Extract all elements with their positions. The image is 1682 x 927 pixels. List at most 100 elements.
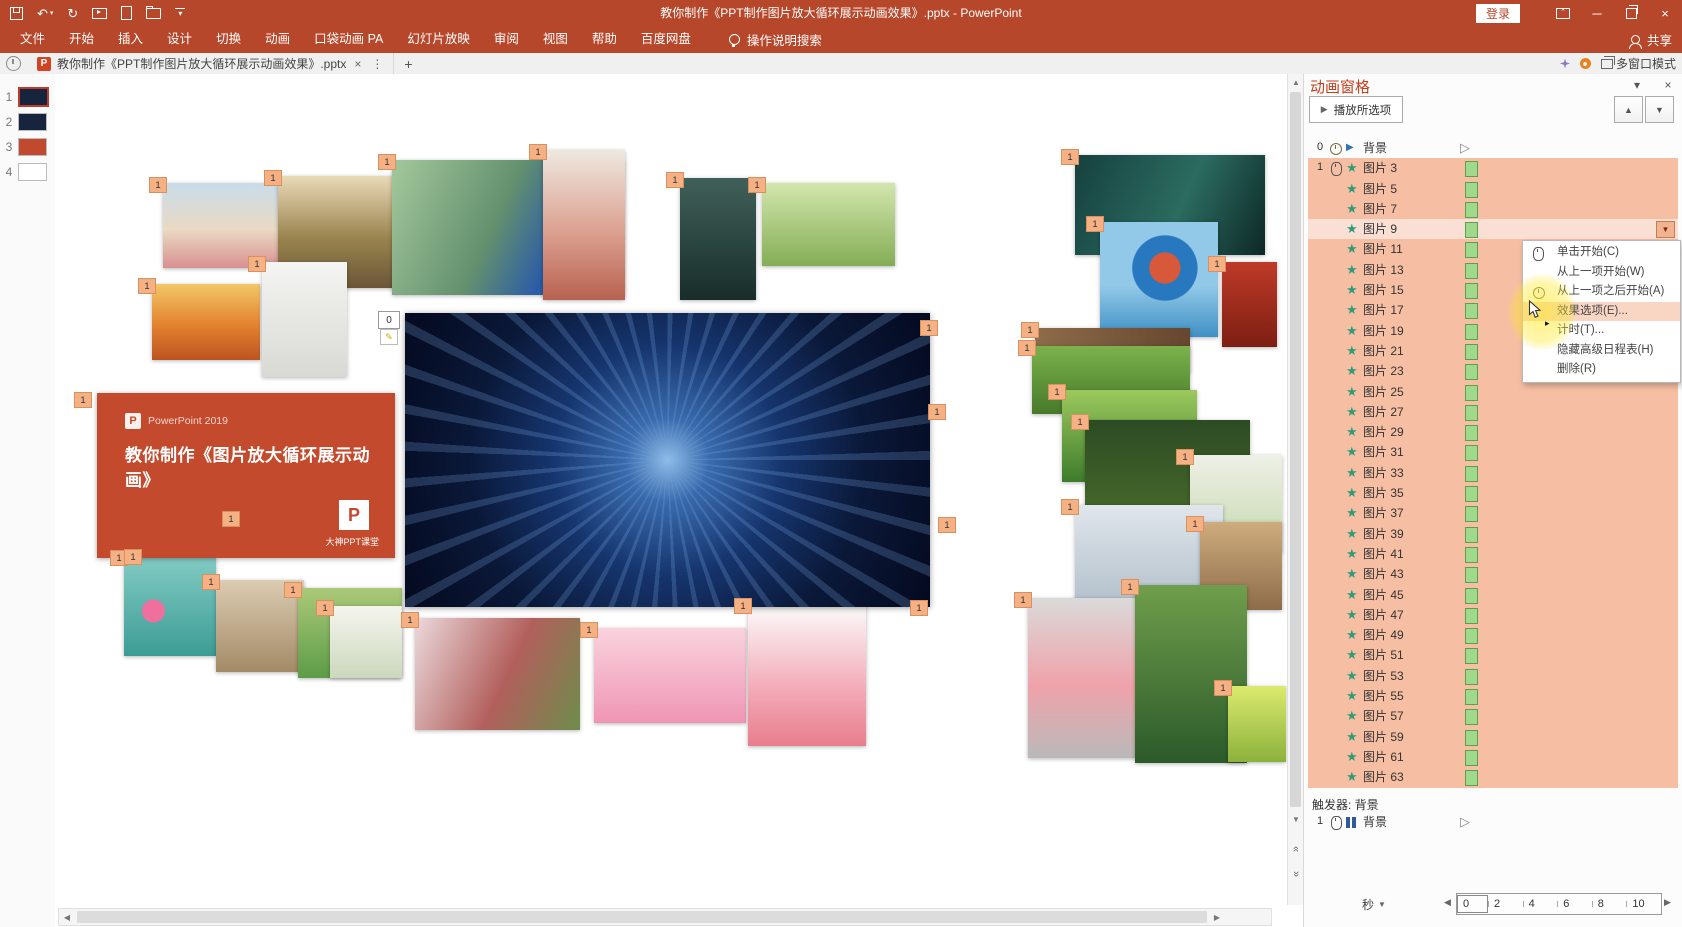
photo-blossom-girl[interactable] (415, 618, 580, 730)
timeline-bar[interactable] (1465, 385, 1478, 401)
animation-row-图片-37[interactable]: ★图片 37 (1308, 503, 1678, 523)
ribbon-tab-11[interactable]: 帮助 (580, 26, 629, 53)
animation-number-badge[interactable]: 1 (1048, 384, 1066, 400)
login-button[interactable]: 登录 (1476, 4, 1520, 23)
ribbon-tab-2[interactable]: 开始 (57, 26, 106, 53)
animation-number-badge[interactable]: 1 (1061, 149, 1079, 165)
move-earlier-button[interactable]: ▲ (1614, 96, 1643, 123)
slide-item-4[interactable]: 4 (0, 161, 55, 183)
scroll-left-icon[interactable]: ◀ (59, 910, 75, 924)
timeline-bar[interactable] (1465, 689, 1478, 705)
ribbon-tab-6[interactable]: 动画 (253, 26, 302, 53)
timeline-bar[interactable] (1465, 283, 1478, 299)
photo-hearts-balloon[interactable] (124, 556, 216, 656)
restore-button[interactable] (1614, 0, 1648, 26)
menu-item-7[interactable]: 删除(R) (1523, 360, 1680, 380)
timeline-bar[interactable] (1465, 648, 1478, 664)
close-button[interactable]: × (1648, 0, 1682, 26)
timeline-bar[interactable] (1465, 527, 1478, 543)
timeline-bar[interactable] (1465, 445, 1478, 461)
animation-row-图片-49[interactable]: ★图片 49 (1308, 625, 1678, 645)
animation-row-图片-63[interactable]: ★图片 63 (1308, 767, 1678, 787)
timeline-bar[interactable] (1465, 547, 1478, 563)
animation-number-badge[interactable]: 1 (401, 612, 419, 628)
photo-peonies[interactable] (748, 604, 866, 746)
timeline-bar[interactable] (1465, 567, 1478, 583)
slide-item-2[interactable]: 2 (0, 111, 55, 133)
share-button[interactable]: 共享 (1631, 26, 1672, 53)
magic-wand-icon[interactable] (1560, 59, 1570, 69)
animation-row-图片-45[interactable]: ★图片 45 (1308, 585, 1678, 605)
timeline-bar[interactable] (1465, 263, 1478, 279)
timeline-bar[interactable] (1465, 770, 1478, 786)
animation-number-badge[interactable]: 1 (1121, 579, 1139, 595)
animation-row-图片-27[interactable]: ★图片 27 (1308, 402, 1678, 422)
animation-row-图片-61[interactable]: ★图片 61 (1308, 747, 1678, 767)
previous-slide-button[interactable]: » (1288, 839, 1304, 859)
animation-number-badge[interactable]: 1 (378, 154, 396, 170)
animation-row-图片-51[interactable]: ★图片 51 (1308, 645, 1678, 665)
ribbon-display-options-button[interactable]: ⌃ (1546, 0, 1580, 26)
animation-number-badge[interactable]: 1 (74, 392, 92, 408)
animation-number-badge[interactable]: 1 (222, 511, 240, 527)
animation-row-图片-39[interactable]: ★图片 39 (1308, 524, 1678, 544)
photo-boat-girl[interactable] (680, 178, 756, 300)
animation-number-badge[interactable]: 1 (316, 600, 334, 616)
move-later-button[interactable]: ▼ (1645, 96, 1674, 123)
ribbon-tab-7[interactable]: 口袋动画 PA (302, 26, 395, 53)
gear-icon[interactable] (1580, 58, 1591, 69)
timeline-bar[interactable] (1465, 486, 1478, 502)
animation-number-badge[interactable]: 1 (1176, 449, 1194, 465)
new-tab-button[interactable]: + (394, 56, 422, 72)
animation-row-图片-43[interactable]: ★图片 43 (1308, 564, 1678, 584)
scale-left-icon[interactable]: ◀ (1444, 897, 1451, 908)
photo-vase-bouquet[interactable] (1028, 598, 1136, 758)
timeline-bar[interactable] (1465, 161, 1478, 177)
menu-item-1[interactable]: 单击开始(C) (1523, 243, 1680, 263)
photo-meadow-hat-girl[interactable] (762, 183, 895, 266)
horizontal-scroll-thumb[interactable] (77, 911, 1207, 923)
timeline-bar[interactable] (1465, 303, 1478, 319)
animation-number-badge[interactable]: 1 (138, 278, 156, 294)
vertical-scrollbar[interactable]: ▲ ▼ » » (1287, 74, 1304, 905)
tab-more-icon[interactable]: ⋮ (369, 57, 385, 71)
timeline-bar[interactable] (1465, 608, 1478, 624)
animation-number-badge[interactable]: 1 (1186, 516, 1204, 532)
close-tab-icon[interactable]: × (352, 57, 363, 71)
photo-bouquet-girl[interactable] (330, 606, 402, 678)
animation-row-图片-53[interactable]: ★图片 53 (1308, 666, 1678, 686)
animation-number-badge[interactable]: 1 (284, 582, 302, 598)
animation-number-badge[interactable]: 1 (938, 517, 956, 533)
scroll-down-icon[interactable]: ▼ (1288, 811, 1304, 827)
photo-lemons[interactable] (1228, 686, 1286, 762)
timeline-bar[interactable] (1465, 709, 1478, 725)
minimize-button[interactable]: ─ (1580, 0, 1614, 26)
document-tab[interactable]: P 教你制作《PPT制作图片放大循环展示动画效果》.pptx × ⋮ (29, 53, 394, 74)
timeline-bar[interactable] (1465, 466, 1478, 482)
animation-row-图片-9[interactable]: ★图片 9▼ (1308, 219, 1678, 239)
animation-number-badge[interactable]: 1 (580, 622, 598, 638)
animation-number-badge[interactable]: 1 (124, 549, 142, 565)
photo-white-building-girl[interactable] (262, 262, 347, 377)
animation-number-badge[interactable]: 1 (264, 170, 282, 186)
animation-number-badge[interactable]: 1 (1061, 499, 1079, 515)
animation-number-badge[interactable]: 1 (1086, 216, 1104, 232)
ribbon-tab-5[interactable]: 切换 (204, 26, 253, 53)
timeline-bar[interactable] (1465, 750, 1478, 766)
animation-number-badge[interactable]: 1 (202, 574, 220, 590)
photo-sunflower-sunset[interactable] (152, 284, 260, 360)
timeline-bar[interactable] (1465, 506, 1478, 522)
animation-row-图片-41[interactable]: ★图片 41 (1308, 544, 1678, 564)
animation-number-badge[interactable]: 1 (1014, 592, 1032, 608)
animation-row-图片-57[interactable]: ★图片 57 (1308, 706, 1678, 726)
multi-window-mode-button[interactable]: 多窗口模式 (1601, 55, 1676, 72)
animation-number-badge[interactable]: 1 (248, 256, 266, 272)
tell-me-search[interactable]: 操作说明搜索 (729, 30, 822, 49)
ribbon-tab-10[interactable]: 视图 (531, 26, 580, 53)
animation-number-badge[interactable]: 1 (1071, 414, 1089, 430)
photo-pink-frame-girl[interactable] (594, 628, 746, 723)
animation-row-图片-35[interactable]: ★图片 35 (1308, 483, 1678, 503)
next-slide-button[interactable]: » (1288, 864, 1304, 884)
animation-row-图片-29[interactable]: ★图片 29 (1308, 422, 1678, 442)
timeline-bar[interactable] (1465, 182, 1478, 198)
